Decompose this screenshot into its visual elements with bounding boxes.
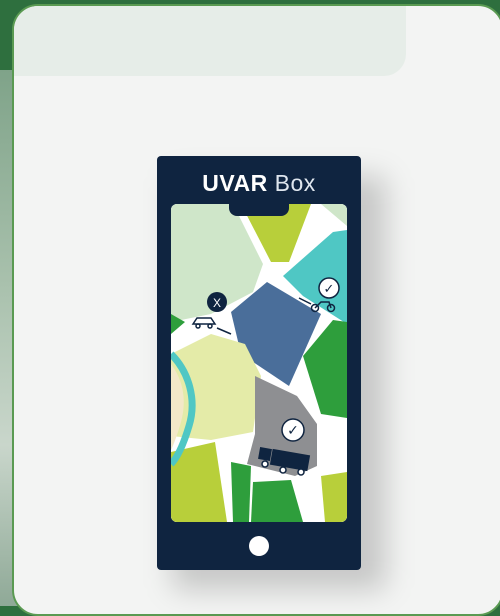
card-header: [14, 6, 406, 76]
map-screen: X ✓ ✓: [171, 204, 347, 522]
app-logo: UVAR Box: [157, 170, 361, 197]
map-block: [171, 334, 261, 440]
marker-allowed-glyph-2: ✓: [287, 423, 299, 439]
logo-text-bold: UVAR: [202, 170, 268, 196]
phone-notch: [229, 204, 289, 216]
marker-allowed-glyph: ✓: [324, 282, 335, 297]
marker-denied-glyph: X: [213, 296, 221, 310]
phone-illustration: UVAR Box X ✓ ✓: [157, 156, 361, 570]
map-block: [321, 472, 347, 522]
logo-text-light: Box: [267, 170, 316, 196]
map-illustration: X ✓ ✓: [171, 204, 347, 522]
home-button: [249, 536, 269, 556]
map-block: [231, 462, 251, 522]
